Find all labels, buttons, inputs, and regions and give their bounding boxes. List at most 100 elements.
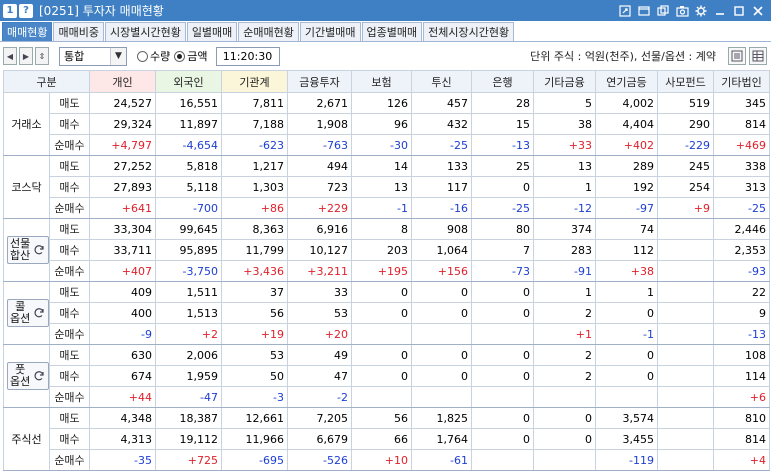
row-label: 매수 bbox=[49, 302, 90, 324]
value-cell: 33,711 bbox=[89, 239, 156, 261]
value-cell: 9 bbox=[713, 302, 770, 324]
value-cell: 1,825 bbox=[411, 407, 472, 429]
tab-2[interactable]: 시장별시간현황 bbox=[104, 22, 186, 41]
value-cell: 2 bbox=[533, 302, 596, 324]
row-label: 매수 bbox=[49, 176, 90, 198]
value-cell: -30 bbox=[351, 134, 412, 156]
row-label: 순매수 bbox=[49, 197, 90, 219]
value-cell: 114 bbox=[713, 365, 770, 387]
value-cell: 0 bbox=[351, 302, 412, 324]
value-cell: 1 bbox=[533, 281, 596, 303]
value-cell bbox=[411, 323, 472, 345]
investor-trading-table: 구분 개인 외국인 기관계 금융투자 보험 투신 은행 기타금융 연기금등 사모펀드 기타법인 거래소… bbox=[3, 70, 770, 471]
prev-arrow-button[interactable]: ◀ bbox=[3, 47, 17, 65]
value-cell: +4,797 bbox=[89, 134, 156, 156]
copy-icon[interactable] bbox=[656, 4, 670, 18]
window-icon[interactable] bbox=[637, 4, 651, 18]
tab-1[interactable]: 매매비중 bbox=[53, 22, 104, 41]
value-cell: -73 bbox=[471, 260, 534, 282]
value-cell: 18,387 bbox=[155, 407, 222, 429]
tab-5[interactable]: 기간별매매 bbox=[299, 22, 361, 41]
value-cell bbox=[657, 239, 714, 261]
value-cell: +6 bbox=[713, 386, 770, 408]
tab-4[interactable]: 순매매현황 bbox=[238, 22, 299, 41]
value-cell: 494 bbox=[287, 155, 352, 177]
radio-quantity[interactable]: 수량 bbox=[137, 48, 170, 64]
value-cell: 374 bbox=[533, 218, 596, 240]
radio-amount[interactable]: 금액 bbox=[174, 48, 208, 64]
value-cell: 16,551 bbox=[155, 92, 222, 114]
grid-view-button[interactable] bbox=[749, 47, 767, 65]
radio-quantity-dot[interactable] bbox=[137, 50, 148, 62]
value-cell: +195 bbox=[351, 260, 412, 282]
value-cell: 345 bbox=[713, 92, 770, 114]
maximize-icon[interactable] bbox=[732, 4, 746, 18]
value-cell: -13 bbox=[713, 323, 770, 345]
gear-icon[interactable] bbox=[694, 4, 708, 18]
value-cell: 8 bbox=[351, 218, 412, 240]
market-label-line: 합산 bbox=[10, 249, 31, 262]
value-cell: 19,112 bbox=[155, 428, 222, 450]
market-toggle-button[interactable]: 콜 옵션 bbox=[7, 299, 49, 327]
market-toggle-button[interactable]: 선물 합산 bbox=[7, 236, 49, 264]
value-cell: 74 bbox=[595, 218, 658, 240]
tab-0[interactable]: 매매현황 bbox=[2, 22, 53, 41]
value-cell: 56 bbox=[221, 302, 288, 324]
market-select[interactable]: 통합 ▼ bbox=[59, 46, 127, 66]
time-field[interactable]: 11:20:30 bbox=[215, 46, 280, 66]
value-cell: 457 bbox=[411, 92, 472, 114]
value-cell: +407 bbox=[89, 260, 156, 282]
market-label: 풋 옵션 bbox=[10, 364, 30, 388]
value-cell: 1,959 bbox=[155, 365, 222, 387]
value-cell: -25 bbox=[471, 197, 534, 219]
market-cell[interactable]: 풋 옵션 bbox=[3, 344, 50, 408]
window-number-badge[interactable]: 1 bbox=[3, 3, 17, 18]
value-cell: -2 bbox=[287, 386, 352, 408]
camera-icon[interactable] bbox=[675, 4, 689, 18]
column-header-0: 구분 bbox=[3, 70, 90, 93]
value-cell: 133 bbox=[411, 155, 472, 177]
value-cell: 0 bbox=[471, 428, 534, 450]
unit-radio-group: 수량 금액 bbox=[137, 48, 208, 64]
radio-amount-dot[interactable] bbox=[174, 50, 186, 62]
minimize-icon[interactable] bbox=[713, 4, 727, 18]
value-cell: 28 bbox=[471, 92, 534, 114]
tab-3[interactable]: 일별매매 bbox=[186, 22, 238, 41]
value-cell: -1 bbox=[351, 197, 412, 219]
list-icon bbox=[731, 50, 743, 62]
value-cell: 5,118 bbox=[155, 176, 222, 198]
list-view-button[interactable] bbox=[728, 47, 746, 65]
value-cell: 14 bbox=[351, 155, 412, 177]
value-cell: 723 bbox=[287, 176, 352, 198]
value-cell: 1 bbox=[533, 176, 596, 198]
value-cell: 3,574 bbox=[595, 407, 658, 429]
next-arrow-button[interactable]: ▶ bbox=[19, 47, 33, 65]
value-cell: -97 bbox=[595, 197, 658, 219]
market-cell[interactable]: 선물 합산 bbox=[3, 218, 50, 282]
tab-7[interactable]: 전체시장시간현황 bbox=[423, 22, 515, 41]
column-header-8: 기타금융 bbox=[533, 70, 596, 93]
value-cell: -16 bbox=[411, 197, 472, 219]
row-label: 순매수 bbox=[49, 323, 90, 345]
value-cell: +402 bbox=[595, 134, 658, 156]
market-cell[interactable]: 콜 옵션 bbox=[3, 281, 50, 345]
link-icon[interactable] bbox=[618, 4, 632, 18]
window-title: [0251] 투자자 매매현황 bbox=[39, 4, 164, 18]
value-cell: 50 bbox=[221, 365, 288, 387]
updown-spinner[interactable]: ⇕ bbox=[35, 47, 49, 65]
tab-6[interactable]: 업종별매매 bbox=[361, 22, 423, 41]
value-cell: 4,348 bbox=[89, 407, 156, 429]
close-icon[interactable] bbox=[751, 4, 765, 18]
help-badge[interactable]: ? bbox=[19, 3, 33, 18]
row-label: 매도 bbox=[49, 92, 90, 114]
row-label: 매도 bbox=[49, 218, 90, 240]
chevron-down-icon[interactable]: ▼ bbox=[110, 47, 126, 65]
value-cell: 192 bbox=[595, 176, 658, 198]
value-cell: 53 bbox=[221, 344, 288, 366]
market-label: 선물 합산 bbox=[10, 238, 30, 262]
value-cell: 810 bbox=[713, 407, 770, 429]
value-cell: 814 bbox=[713, 428, 770, 450]
value-cell: +1 bbox=[533, 323, 596, 345]
market-toggle-button[interactable]: 풋 옵션 bbox=[7, 362, 49, 390]
value-cell: 0 bbox=[471, 407, 534, 429]
